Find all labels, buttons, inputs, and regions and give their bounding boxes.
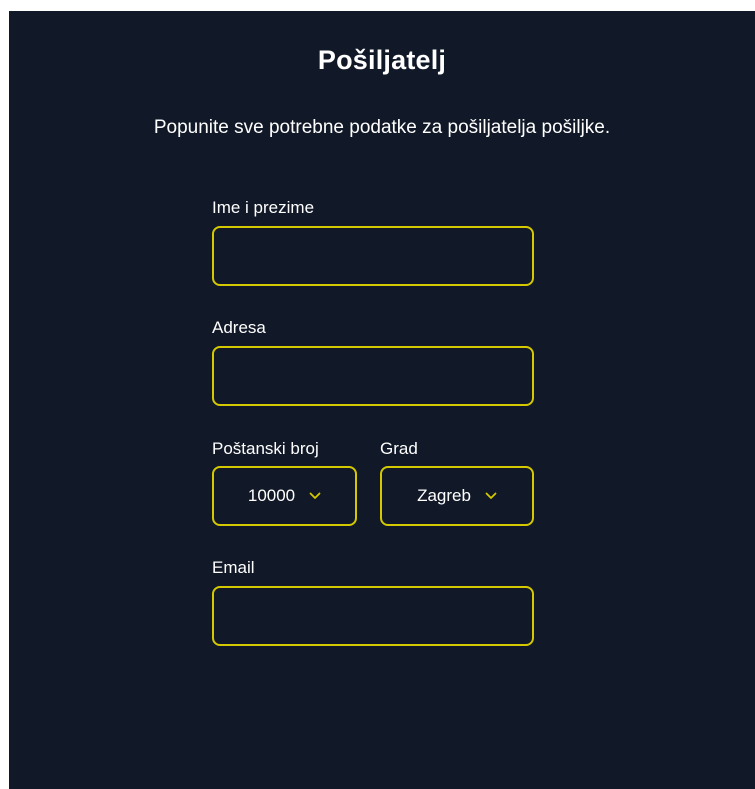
email-label: Email <box>212 558 255 577</box>
form-title: Pošiljatelj <box>317 45 447 75</box>
address-label: Adresa <box>212 318 266 337</box>
name-label: Ime i prezime <box>212 198 315 217</box>
city-value: Zagreb <box>417 486 471 505</box>
email-input[interactable] <box>214 588 532 644</box>
city-select[interactable]: Zagreb <box>380 466 534 526</box>
postal-code-label: Poštanski broj <box>212 439 319 458</box>
name-input[interactable] <box>214 228 532 284</box>
sender-form-panel: Pošiljatelj Popunite sve potrebne podatk… <box>9 11 755 789</box>
postal-code-select[interactable]: 10000 <box>212 466 357 526</box>
name-field-box <box>212 226 534 286</box>
email-field-box <box>212 586 534 646</box>
address-input[interactable] <box>214 348 532 404</box>
chevron-down-icon <box>485 492 497 500</box>
address-field-box <box>212 346 534 406</box>
city-label: Grad <box>380 439 418 458</box>
form-subtitle: Popunite sve potrebne podatke za pošilja… <box>153 117 611 138</box>
chevron-down-icon <box>309 492 321 500</box>
postal-code-value: 10000 <box>247 486 296 505</box>
